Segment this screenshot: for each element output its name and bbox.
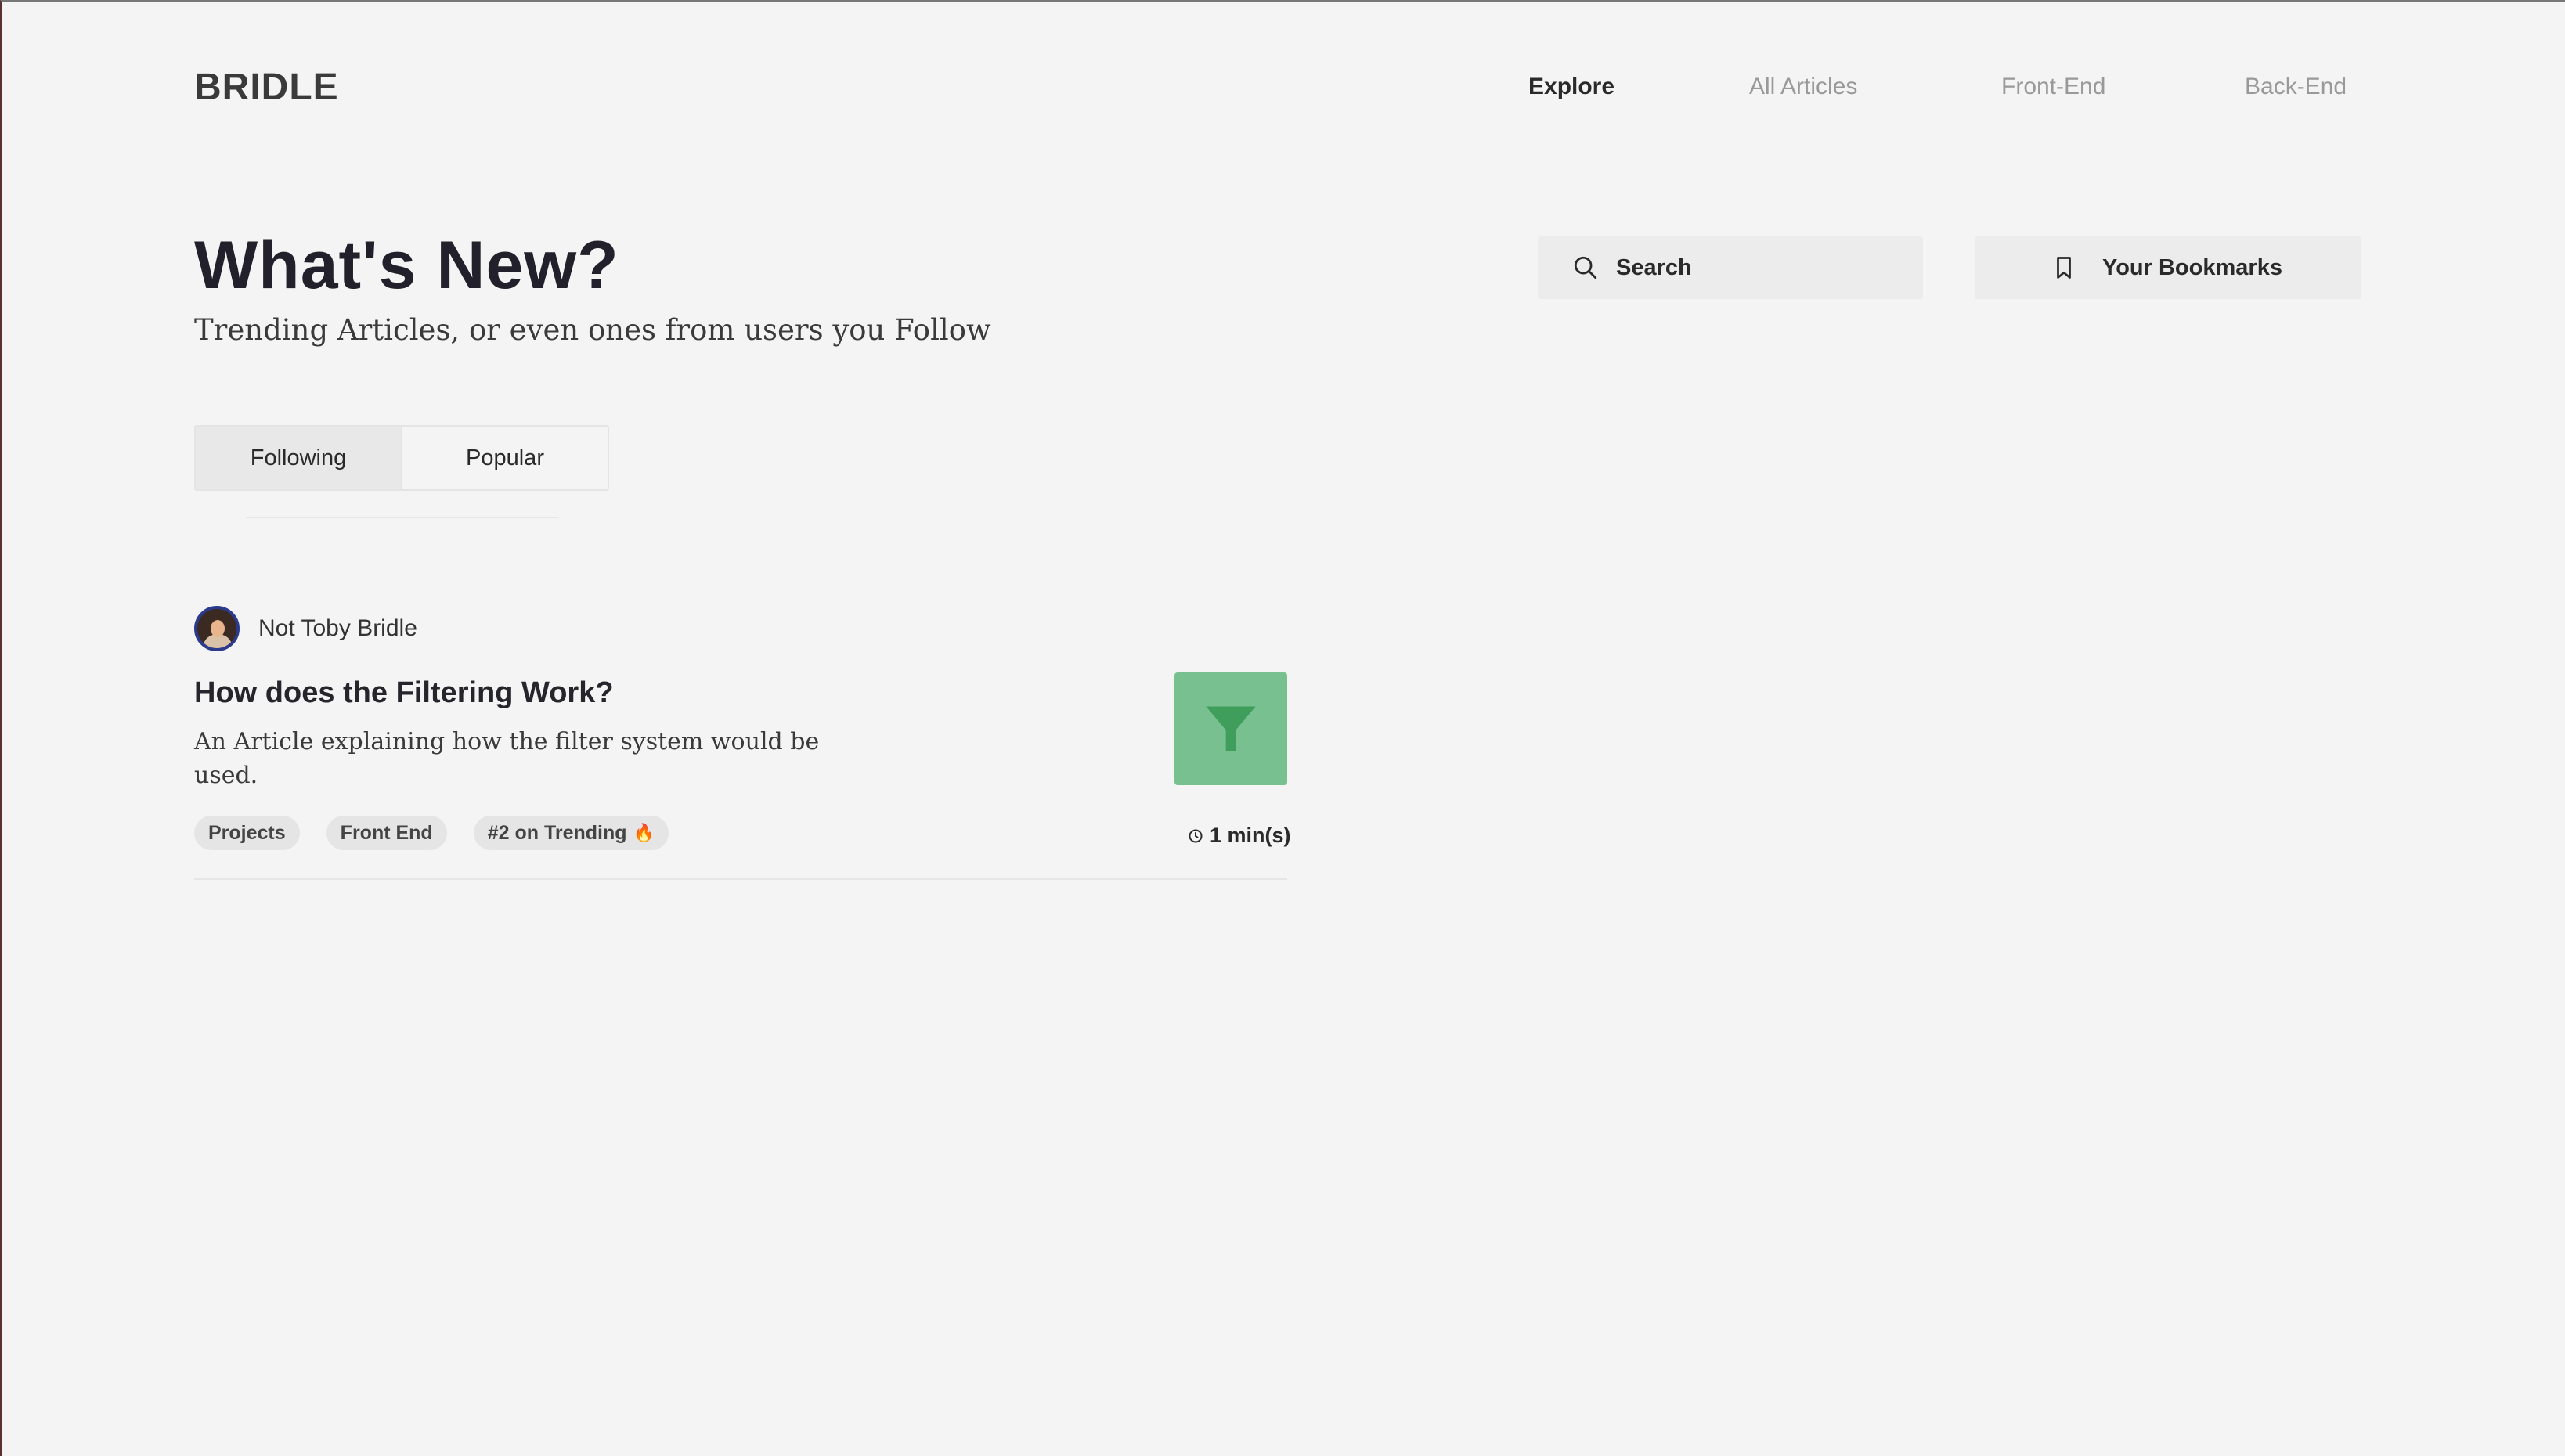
read-time-label: 1 min(s) [1210, 824, 1291, 847]
search-box[interactable] [1538, 236, 1923, 299]
page-subtitle: Trending Articles, or even ones from use… [194, 313, 991, 347]
search-input[interactable] [1616, 254, 1898, 281]
article-title[interactable]: How does the Filtering Work? [194, 676, 614, 710]
read-time: 1 min(s) [1188, 824, 1291, 848]
clock-icon [1189, 829, 1203, 842]
article-thumbnail[interactable] [1174, 672, 1287, 785]
search-icon [1574, 256, 1597, 279]
feed-toggle: Following Popular [194, 425, 609, 491]
toggle-underline [246, 517, 559, 518]
nav-front-end[interactable]: Front-End [2001, 74, 2105, 100]
fire-icon: 🔥 [633, 823, 655, 842]
article-tags: Projects Front End #2 on Trending 🔥 [194, 816, 669, 850]
avatar[interactable] [194, 606, 240, 651]
bookmark-icon [2057, 257, 2071, 279]
tag-front-end[interactable]: Front End [326, 816, 447, 850]
nav-explore[interactable]: Explore [1528, 74, 1614, 100]
bookmarks-label: Your Bookmarks [2102, 254, 2282, 280]
filter-icon [1206, 706, 1256, 751]
logo[interactable]: BRIDLE [194, 66, 339, 109]
tab-popular[interactable]: Popular [401, 427, 608, 489]
page: BRIDLE Explore All Articles Front-End Ba… [0, 0, 2565, 1456]
tag-projects[interactable]: Projects [194, 816, 300, 850]
tag-trending[interactable]: #2 on Trending 🔥 [473, 816, 669, 850]
nav-back-end[interactable]: Back-End [2245, 74, 2347, 100]
author-name[interactable]: Not Toby Bridle [258, 615, 417, 642]
card-divider [194, 878, 1287, 880]
tab-following[interactable]: Following [196, 427, 401, 489]
article-author[interactable]: Not Toby Bridle [194, 606, 417, 651]
article-description: An Article explaining how the filter sys… [194, 728, 820, 789]
page-title: What's New? [194, 228, 619, 303]
nav-all-articles[interactable]: All Articles [1749, 74, 1857, 100]
bookmarks-button[interactable]: Your Bookmarks [1975, 236, 2361, 299]
